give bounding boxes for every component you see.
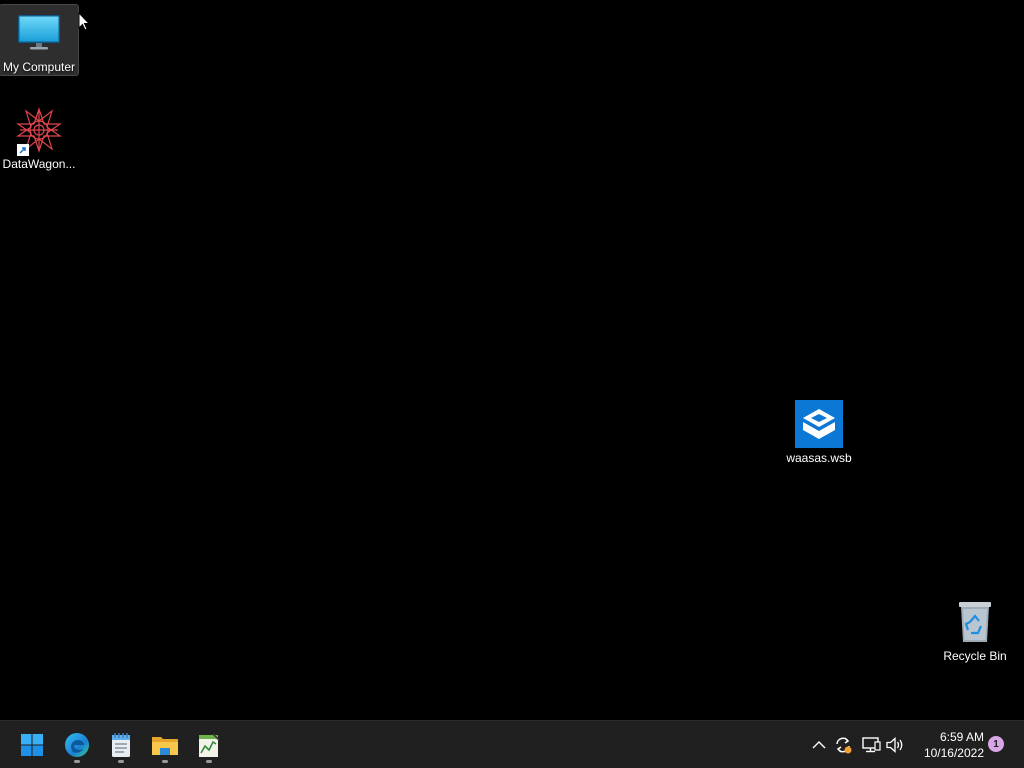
taskbar-app-button[interactable] <box>189 725 229 765</box>
running-indicator <box>74 760 80 763</box>
chevron-up-icon <box>812 741 826 749</box>
taskbar-file-explorer-button[interactable] <box>145 725 185 765</box>
folder-icon <box>152 737 178 755</box>
taskbar: 6:59 AM 10/16/2022 <box>0 720 1024 768</box>
running-indicator <box>162 760 168 763</box>
taskbar-notepad-button[interactable] <box>101 725 141 765</box>
sync-icon <box>836 737 852 754</box>
clock-time: 6:59 AM <box>939 730 984 744</box>
desktop-icon-waasas-wsb[interactable]: waasas.wsb <box>780 396 858 468</box>
tray-sync-button[interactable] <box>832 733 854 757</box>
desktop-icon-label: Recycle Bin <box>943 649 1007 663</box>
tray-network-button[interactable] <box>860 733 882 757</box>
desktop-icon-label: DataWagon... <box>2 157 76 171</box>
desktop-icon-datawagon[interactable]: DataWagon... <box>0 102 78 174</box>
notification-badge[interactable]: 1 <box>988 736 1004 752</box>
running-indicator <box>206 760 212 763</box>
windows-sandbox-icon <box>795 400 843 448</box>
notepad-icon <box>112 733 130 757</box>
volume-icon <box>886 737 903 753</box>
recycle-bin-icon <box>951 598 999 646</box>
datawagon-logo-icon <box>15 106 63 156</box>
taskbar-clock[interactable]: 6:59 AM 10/16/2022 <box>912 727 984 763</box>
desktop-icon-recycle-bin[interactable]: Recycle Bin <box>936 594 1014 664</box>
windows-logo-icon <box>21 734 43 756</box>
taskbar-edge-button[interactable] <box>57 725 97 765</box>
desktop-icon-label: waasas.wsb <box>786 451 852 465</box>
edge-icon <box>65 733 89 757</box>
desktop-icon-label: My Computer <box>2 60 76 74</box>
monitor-icon <box>15 9 63 57</box>
running-indicator <box>118 760 124 763</box>
chart-notepad-icon <box>199 733 220 757</box>
tray-volume-button[interactable] <box>884 733 906 757</box>
show-hidden-icons-button[interactable] <box>808 733 830 757</box>
desktop-icon-my-computer[interactable]: My Computer <box>0 4 79 76</box>
network-icon <box>862 737 881 753</box>
clock-date: 10/16/2022 <box>923 746 984 760</box>
start-button[interactable] <box>12 725 52 765</box>
desktop[interactable]: My Computer DataWagon... waasas.wsb Recy… <box>0 0 1024 720</box>
shortcut-arrow-icon <box>17 144 29 156</box>
mouse-cursor-icon <box>78 11 91 37</box>
